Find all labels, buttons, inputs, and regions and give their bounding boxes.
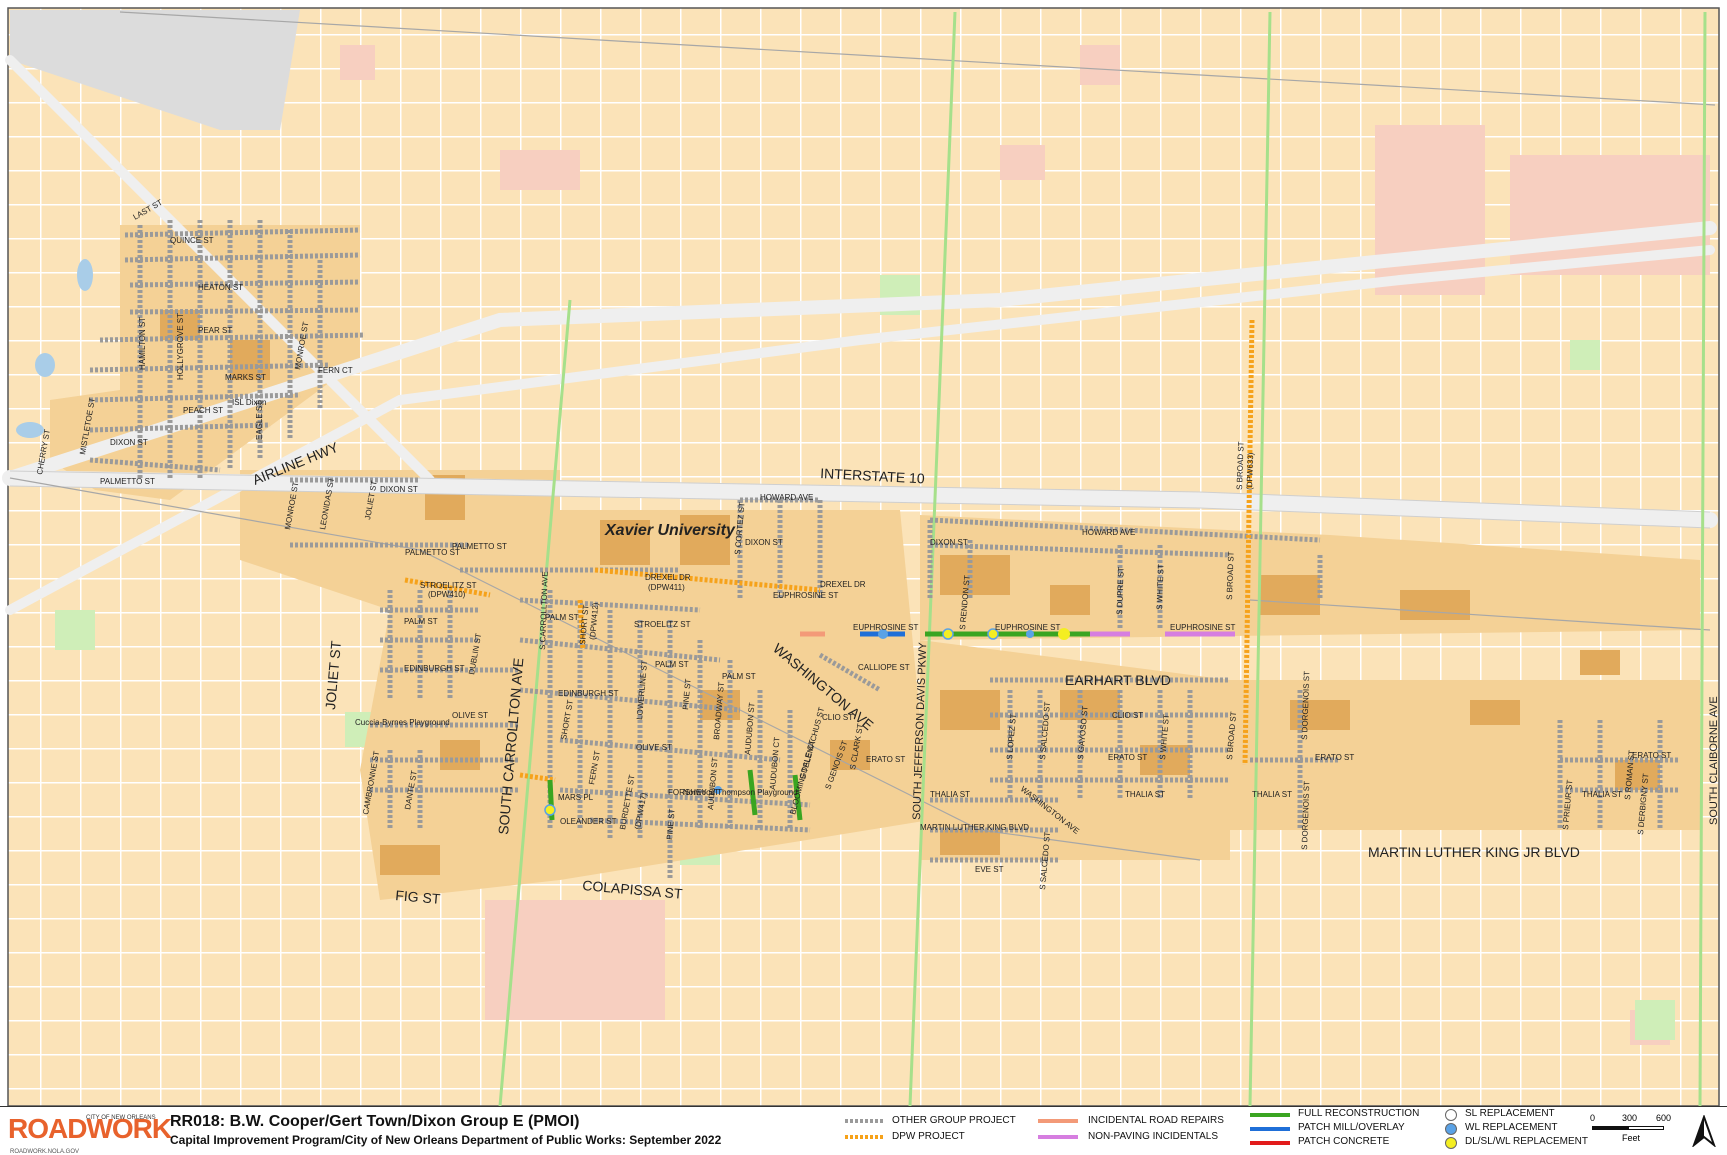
legend-sl-label: SL REPLACEMENT: [1465, 1108, 1555, 1119]
logo-road-text: ROAD: [8, 1113, 87, 1144]
map-footer: ROADWORK CITY OF NEW ORLEANS ROADWORK.NO…: [0, 1106, 1727, 1155]
legend-patch-concrete-label: PATCH CONCRETE: [1298, 1136, 1390, 1147]
street-label: ERATO ST: [866, 755, 905, 764]
street-label: SOUTH CLAIBORNE AVE: [1708, 696, 1720, 825]
street-label: HOLLYGROVE ST: [176, 313, 185, 380]
street-label: PALMETTO ST: [100, 477, 155, 486]
park-label: Norwood Thompson Playground: [683, 788, 798, 797]
street-label: PALM ST: [404, 617, 438, 626]
street-label: THALIA ST: [1125, 790, 1165, 799]
legend-other-group-label: OTHER GROUP PROJECT: [892, 1115, 1016, 1126]
street-label: ISL Dixon: [232, 398, 266, 407]
logo-url-text: ROADWORK.NOLA.GOV: [10, 1149, 80, 1155]
legend-dpw-label: DPW PROJECT: [892, 1131, 965, 1142]
legend-incidental-label: INCIDENTAL ROAD REPAIRS: [1088, 1115, 1224, 1126]
roadwork-logo: ROADWORK CITY OF NEW ORLEANS ROADWORK.NO…: [8, 1113, 172, 1155]
street-label: STROELITZ ST: [634, 620, 691, 629]
legend-swatch-dpw: [845, 1135, 885, 1139]
street-label: S BROAD ST: [1235, 441, 1246, 490]
logo-city-text: CITY OF NEW ORLEANS: [86, 1115, 156, 1121]
street-label: EDINBURGH ST: [558, 689, 619, 698]
scale-label-0: 0: [1590, 1113, 1596, 1123]
legend-patch-mill-label: PATCH MILL/OVERLAY: [1298, 1122, 1405, 1133]
street-label: HEATON ST: [198, 283, 243, 292]
street-label: PALM ST: [722, 672, 756, 681]
street-label: STROELITZ ST: [420, 581, 477, 590]
street-label: EARHART BLVD: [1065, 672, 1171, 688]
street-label: THALIA ST: [930, 790, 970, 799]
street-label: PEACH ST: [183, 406, 223, 415]
street-label: PALMETTO ST: [405, 548, 460, 557]
street-label: DIXON ST: [930, 538, 968, 547]
street-label: QUINCE ST: [170, 236, 214, 245]
scale-label-600: 600: [1656, 1113, 1672, 1123]
legend-swatch-wl: [1445, 1123, 1457, 1135]
street-label: MARS PL: [558, 793, 594, 802]
legend-non-paving-label: NON-PAVING INCIDENTALS: [1088, 1131, 1219, 1142]
street-label: (DPW633): [1245, 452, 1255, 490]
dl-sl-wl-replacement-marker: [942, 628, 954, 640]
street-label: HAMILTON ST: [138, 317, 147, 370]
street-label: CALLIOPE ST: [858, 663, 910, 672]
project-map: LAST ST QUINCE ST HEATON ST PEAR ST MARK…: [2, 7, 1720, 1107]
street-label: EUPHROSINE ST: [1170, 623, 1235, 632]
street-label: ERATO ST: [1632, 751, 1671, 760]
scale-bar: 0 300 600 Feet: [1590, 1113, 1672, 1149]
street-label: S DUPRE ST: [1115, 567, 1126, 615]
street-label: PALM ST: [545, 613, 579, 622]
street-label: EUPHROSINE ST: [995, 623, 1060, 632]
street-label: CLIO ST: [1112, 711, 1143, 720]
street-label: (DPW410): [428, 590, 466, 599]
street-label: HOWARD AVE: [1082, 528, 1135, 537]
street-label: DIXON ST: [380, 485, 418, 494]
legend-swatch-sl: [1445, 1109, 1457, 1121]
street-label: OLEANDER ST: [560, 817, 617, 826]
street-label: FERN CT: [318, 366, 353, 375]
street-label: S WHITE ST: [1155, 564, 1166, 610]
street-label: EUPHROSINE ST: [853, 623, 918, 632]
street-label: EVE ST: [975, 865, 1004, 874]
street-label: ERATO ST: [1315, 753, 1354, 762]
legend-swatch-patch-mill: [1250, 1127, 1290, 1131]
street-label: ERATO ST: [1108, 753, 1147, 762]
legend-swatch-other-group: [845, 1119, 885, 1123]
street-label: THALIA ST: [1582, 790, 1622, 799]
street-label: S BROAD ST: [1225, 551, 1236, 600]
dl-sl-wl-replacement-marker: [544, 804, 556, 816]
street-label: DIXON ST: [745, 538, 783, 547]
street-label: PALMETTO ST: [452, 542, 507, 551]
street-label: DIXON ST: [110, 438, 148, 447]
legend-dl-sl-wl-label: DL/SL/WL REPLACEMENT: [1465, 1136, 1588, 1147]
street-label: THALIA ST: [1252, 790, 1292, 799]
street-label: MARKS ST: [225, 373, 266, 382]
legend-wl-label: WL REPLACEMENT: [1465, 1122, 1558, 1133]
legend-swatch-full-recon: [1250, 1113, 1290, 1117]
legend-swatch-incidental: [1038, 1119, 1078, 1123]
street-label: PALM ST: [655, 660, 689, 669]
street-label: DREXEL DR: [820, 580, 866, 589]
street-label: DREXEL DR: [645, 573, 691, 582]
north-arrow-icon: [1692, 1115, 1716, 1147]
map-subtitle: Capital Improvement Program/City of New …: [170, 1133, 722, 1147]
street-label: EUPHROSINE ST: [773, 591, 838, 600]
scale-unit: Feet: [1622, 1133, 1641, 1143]
legend-swatch-non-paving: [1038, 1135, 1078, 1139]
street-label: MARTIN LUTHER KING JR BLVD: [1368, 844, 1580, 860]
legend-swatch-patch-concrete: [1250, 1141, 1290, 1145]
street-label: PEAR ST: [198, 326, 232, 335]
place-label: Xavier University: [604, 522, 736, 539]
street-label: MARTIN LUTHER KING BLVD: [920, 823, 1029, 832]
street-label: OLIVE ST: [636, 743, 672, 752]
street-label: OLIVE ST: [452, 711, 488, 720]
street-label: HOWARD AVE: [760, 493, 813, 502]
street-label: EDINBURGH ST: [404, 664, 465, 673]
map-title: RR018: B.W. Cooper/Gert Town/Dixon Group…: [170, 1113, 580, 1130]
legend-full-recon-label: FULL RECONSTRUCTION: [1298, 1108, 1420, 1119]
legend-swatch-dl-sl-wl: [1445, 1137, 1457, 1149]
park-label: Cuccia-Byrnes Playground: [355, 718, 450, 727]
scale-label-300: 300: [1622, 1113, 1638, 1123]
street-label: (DPW411): [648, 583, 685, 592]
